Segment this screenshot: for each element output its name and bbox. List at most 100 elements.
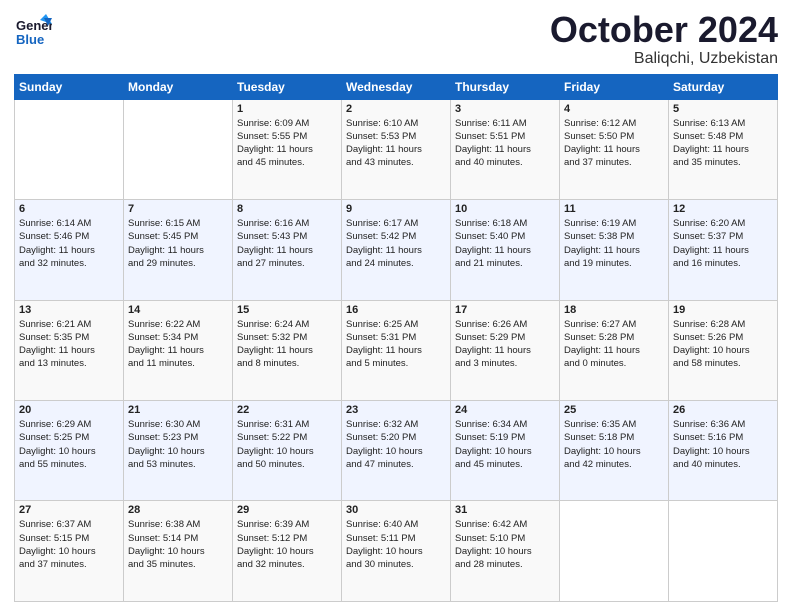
- calendar-cell: 25 Sunrise: 6:35 AM Sunset: 5:18 PM Dayli…: [560, 401, 669, 501]
- calendar-cell: [560, 501, 669, 602]
- day-number: 25: [564, 404, 664, 416]
- calendar-cell: 18 Sunrise: 6:27 AM Sunset: 5:28 PM Dayli…: [560, 300, 669, 400]
- calendar-cell: 8 Sunrise: 6:16 AM Sunset: 5:43 PM Daylig…: [233, 200, 342, 300]
- logo-icon: General Blue: [14, 10, 52, 48]
- day-number: 3: [455, 103, 555, 115]
- day-info: Sunrise: 6:42 AM Sunset: 5:10 PM Dayligh…: [455, 518, 555, 571]
- day-number: 1: [237, 103, 337, 115]
- header: General Blue October 2024 Baliqchi, Uzbe…: [14, 10, 778, 68]
- day-info: Sunrise: 6:32 AM Sunset: 5:20 PM Dayligh…: [346, 418, 446, 471]
- day-info: Sunrise: 6:36 AM Sunset: 5:16 PM Dayligh…: [673, 418, 773, 471]
- calendar-table: Sunday Monday Tuesday Wednesday Thursday…: [14, 74, 778, 602]
- day-number: 22: [237, 404, 337, 416]
- calendar-body: 1Sunrise: 6:09 AM Sunset: 5:55 PM Daylig…: [15, 99, 778, 601]
- day-info: Sunrise: 6:35 AM Sunset: 5:18 PM Dayligh…: [564, 418, 664, 471]
- col-tuesday: Tuesday: [233, 74, 342, 99]
- day-info: Sunrise: 6:12 AM Sunset: 5:50 PM Dayligh…: [564, 117, 664, 170]
- calendar-cell: 9 Sunrise: 6:17 AM Sunset: 5:42 PM Daylig…: [342, 200, 451, 300]
- day-info: Sunrise: 6:40 AM Sunset: 5:11 PM Dayligh…: [346, 518, 446, 571]
- calendar-cell: 19 Sunrise: 6:28 AM Sunset: 5:26 PM Dayli…: [669, 300, 778, 400]
- day-number: 9: [346, 203, 446, 215]
- calendar-cell: 5 Sunrise: 6:13 AM Sunset: 5:48 PM Daylig…: [669, 99, 778, 199]
- day-info: Sunrise: 6:22 AM Sunset: 5:34 PM Dayligh…: [128, 318, 228, 371]
- calendar-cell: 6 Sunrise: 6:14 AM Sunset: 5:46 PM Daylig…: [15, 200, 124, 300]
- day-number: 14: [128, 304, 228, 316]
- day-info: Sunrise: 6:18 AM Sunset: 5:40 PM Dayligh…: [455, 217, 555, 270]
- calendar-cell: 27Sunrise: 6:37 AM Sunset: 5:15 PM Dayli…: [15, 501, 124, 602]
- day-info: Sunrise: 6:34 AM Sunset: 5:19 PM Dayligh…: [455, 418, 555, 471]
- day-number: 28: [128, 504, 228, 516]
- calendar-cell: [124, 99, 233, 199]
- calendar-cell: 28 Sunrise: 6:38 AM Sunset: 5:14 PM Dayli…: [124, 501, 233, 602]
- day-number: 7: [128, 203, 228, 215]
- calendar-cell: 23 Sunrise: 6:32 AM Sunset: 5:20 PM Dayli…: [342, 401, 451, 501]
- col-thursday: Thursday: [451, 74, 560, 99]
- day-number: 4: [564, 103, 664, 115]
- day-number: 23: [346, 404, 446, 416]
- col-sunday: Sunday: [15, 74, 124, 99]
- day-info: Sunrise: 6:19 AM Sunset: 5:38 PM Dayligh…: [564, 217, 664, 270]
- day-number: 21: [128, 404, 228, 416]
- day-info: Sunrise: 6:30 AM Sunset: 5:23 PM Dayligh…: [128, 418, 228, 471]
- day-info: Sunrise: 6:28 AM Sunset: 5:26 PM Dayligh…: [673, 318, 773, 371]
- day-info: Sunrise: 6:17 AM Sunset: 5:42 PM Dayligh…: [346, 217, 446, 270]
- header-row: Sunday Monday Tuesday Wednesday Thursday…: [15, 74, 778, 99]
- day-info: Sunrise: 6:31 AM Sunset: 5:22 PM Dayligh…: [237, 418, 337, 471]
- title-area: October 2024 Baliqchi, Uzbekistan: [550, 10, 778, 68]
- calendar-cell: 22 Sunrise: 6:31 AM Sunset: 5:22 PM Dayli…: [233, 401, 342, 501]
- subtitle: Baliqchi, Uzbekistan: [550, 50, 778, 68]
- calendar-week-3: 13 Sunrise: 6:21 AM Sunset: 5:35 PM Dayli…: [15, 300, 778, 400]
- day-number: 12: [673, 203, 773, 215]
- day-number: 2: [346, 103, 446, 115]
- day-number: 31: [455, 504, 555, 516]
- calendar-cell: 3Sunrise: 6:11 AM Sunset: 5:51 PM Daylig…: [451, 99, 560, 199]
- day-info: Sunrise: 6:29 AM Sunset: 5:25 PM Dayligh…: [19, 418, 119, 471]
- calendar-week-2: 6 Sunrise: 6:14 AM Sunset: 5:46 PM Daylig…: [15, 200, 778, 300]
- day-number: 24: [455, 404, 555, 416]
- calendar-cell: 20Sunrise: 6:29 AM Sunset: 5:25 PM Dayli…: [15, 401, 124, 501]
- day-number: 27: [19, 504, 119, 516]
- day-info: Sunrise: 6:21 AM Sunset: 5:35 PM Dayligh…: [19, 318, 119, 371]
- day-number: 26: [673, 404, 773, 416]
- day-info: Sunrise: 6:27 AM Sunset: 5:28 PM Dayligh…: [564, 318, 664, 371]
- calendar-cell: 15Sunrise: 6:24 AM Sunset: 5:32 PM Dayli…: [233, 300, 342, 400]
- day-info: Sunrise: 6:14 AM Sunset: 5:46 PM Dayligh…: [19, 217, 119, 270]
- calendar-cell: 21 Sunrise: 6:30 AM Sunset: 5:23 PM Dayli…: [124, 401, 233, 501]
- calendar-week-4: 20Sunrise: 6:29 AM Sunset: 5:25 PM Dayli…: [15, 401, 778, 501]
- calendar-cell: 30Sunrise: 6:40 AM Sunset: 5:11 PM Dayli…: [342, 501, 451, 602]
- day-number: 18: [564, 304, 664, 316]
- day-number: 10: [455, 203, 555, 215]
- calendar-cell: 24 Sunrise: 6:34 AM Sunset: 5:19 PM Dayli…: [451, 401, 560, 501]
- day-info: Sunrise: 6:13 AM Sunset: 5:48 PM Dayligh…: [673, 117, 773, 170]
- calendar-cell: 12 Sunrise: 6:20 AM Sunset: 5:37 PM Dayli…: [669, 200, 778, 300]
- col-saturday: Saturday: [669, 74, 778, 99]
- calendar-cell: 14 Sunrise: 6:22 AM Sunset: 5:34 PM Dayli…: [124, 300, 233, 400]
- day-number: 19: [673, 304, 773, 316]
- col-monday: Monday: [124, 74, 233, 99]
- day-number: 8: [237, 203, 337, 215]
- calendar-week-5: 27Sunrise: 6:37 AM Sunset: 5:15 PM Dayli…: [15, 501, 778, 602]
- day-info: Sunrise: 6:24 AM Sunset: 5:32 PM Dayligh…: [237, 318, 337, 371]
- calendar-week-1: 1Sunrise: 6:09 AM Sunset: 5:55 PM Daylig…: [15, 99, 778, 199]
- day-info: Sunrise: 6:16 AM Sunset: 5:43 PM Dayligh…: [237, 217, 337, 270]
- calendar-cell: 17Sunrise: 6:26 AM Sunset: 5:29 PM Dayli…: [451, 300, 560, 400]
- calendar-cell: 26 Sunrise: 6:36 AM Sunset: 5:16 PM Dayli…: [669, 401, 778, 501]
- page: General Blue October 2024 Baliqchi, Uzbe…: [0, 0, 792, 612]
- calendar-cell: 7Sunrise: 6:15 AM Sunset: 5:45 PM Daylig…: [124, 200, 233, 300]
- day-number: 11: [564, 203, 664, 215]
- day-info: Sunrise: 6:20 AM Sunset: 5:37 PM Dayligh…: [673, 217, 773, 270]
- day-info: Sunrise: 6:38 AM Sunset: 5:14 PM Dayligh…: [128, 518, 228, 571]
- day-info: Sunrise: 6:25 AM Sunset: 5:31 PM Dayligh…: [346, 318, 446, 371]
- day-number: 29: [237, 504, 337, 516]
- col-wednesday: Wednesday: [342, 74, 451, 99]
- day-number: 6: [19, 203, 119, 215]
- day-info: Sunrise: 6:10 AM Sunset: 5:53 PM Dayligh…: [346, 117, 446, 170]
- day-info: Sunrise: 6:39 AM Sunset: 5:12 PM Dayligh…: [237, 518, 337, 571]
- calendar-cell: 16Sunrise: 6:25 AM Sunset: 5:31 PM Dayli…: [342, 300, 451, 400]
- calendar-cell: 2 Sunrise: 6:10 AM Sunset: 5:53 PM Daylig…: [342, 99, 451, 199]
- calendar-cell: 31 Sunrise: 6:42 AM Sunset: 5:10 PM Dayli…: [451, 501, 560, 602]
- day-number: 13: [19, 304, 119, 316]
- day-number: 5: [673, 103, 773, 115]
- logo-container: General Blue: [14, 10, 52, 48]
- calendar-cell: [15, 99, 124, 199]
